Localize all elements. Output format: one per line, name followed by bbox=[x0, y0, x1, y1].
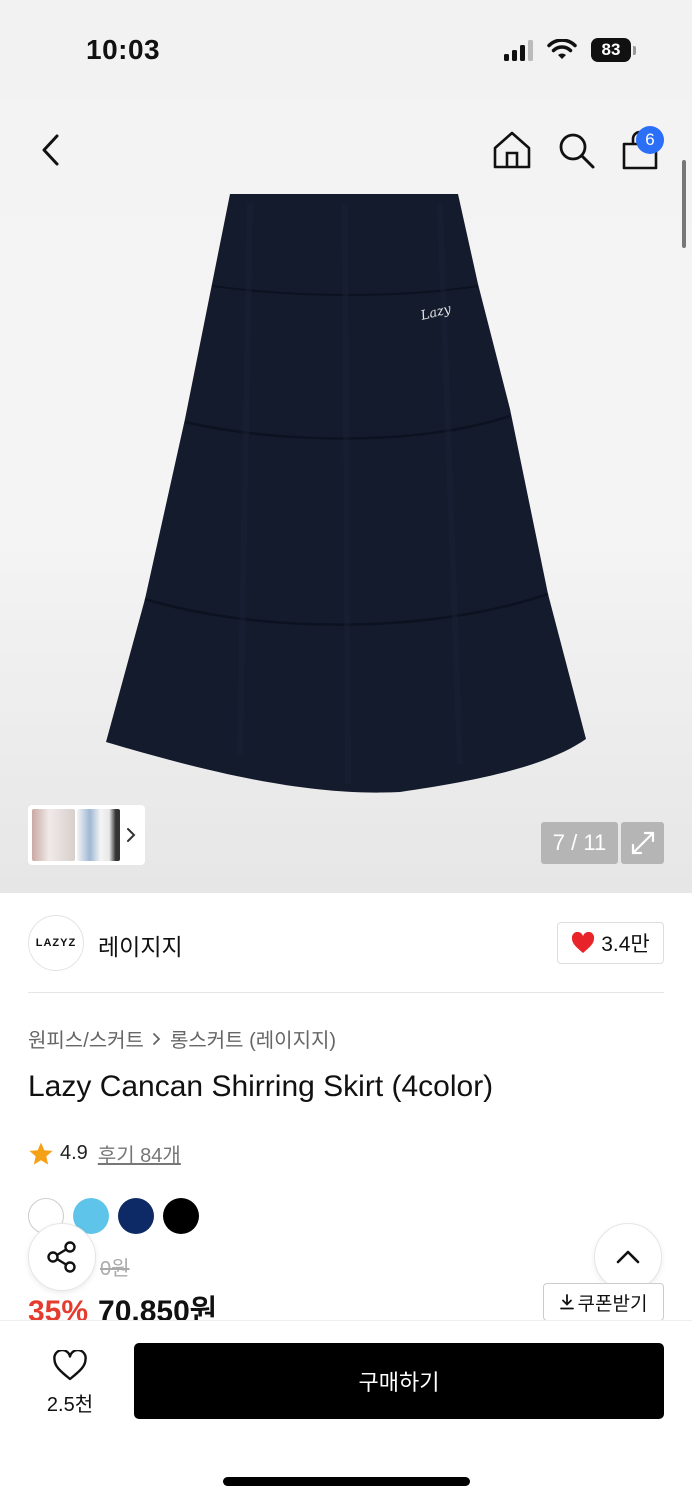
back-icon bbox=[42, 134, 59, 166]
search-button[interactable] bbox=[554, 128, 598, 172]
wifi-icon bbox=[547, 39, 577, 59]
status-icons: 83 bbox=[504, 38, 636, 62]
battery-icon: 83 bbox=[591, 38, 636, 62]
chevron-up-icon bbox=[616, 1250, 640, 1264]
cart-count-badge: 6 bbox=[636, 126, 664, 154]
brand-like-button[interactable]: 3.4만 bbox=[557, 922, 664, 964]
color-swatch-black[interactable] bbox=[163, 1198, 199, 1234]
search-icon bbox=[559, 133, 595, 169]
scroll-to-top-button[interactable] bbox=[594, 1223, 662, 1291]
product-title: Lazy Cancan Shirring Skirt (4color) bbox=[28, 1070, 494, 1103]
rating-row: 4.9 후기 84개 bbox=[28, 1139, 181, 1168]
color-swatch-navy[interactable] bbox=[118, 1198, 154, 1234]
divider bbox=[28, 992, 664, 993]
scrollbar[interactable] bbox=[682, 160, 686, 248]
page-total: 11 bbox=[583, 830, 607, 855]
chevron-right-icon bbox=[127, 828, 136, 842]
thumbnail-next[interactable] bbox=[122, 827, 141, 843]
signal-icon bbox=[504, 39, 533, 61]
coupon-label: 쿠폰받기 bbox=[577, 1293, 648, 1315]
breadcrumb-item[interactable]: 롱스커트 (레이지지) bbox=[170, 1024, 336, 1053]
breadcrumb-item[interactable]: 원피스/스커트 bbox=[28, 1024, 144, 1053]
brand-row[interactable]: LAZYZ 레이지지 3.4만 bbox=[28, 915, 664, 971]
star-icon bbox=[29, 1142, 53, 1165]
brand-name[interactable]: 레이지지 bbox=[98, 928, 183, 962]
wishlist-button[interactable]: 2.5천 bbox=[28, 1345, 112, 1421]
thumbnail-image[interactable] bbox=[76, 809, 120, 861]
page-current: 7 bbox=[552, 830, 566, 855]
home-button[interactable] bbox=[490, 128, 534, 172]
heart-outline-icon bbox=[53, 1349, 87, 1380]
bottom-action-bar: 2.5천 구매하기 bbox=[0, 1320, 692, 1500]
coupon-button[interactable]: 쿠폰받기 bbox=[543, 1283, 664, 1321]
heart-filled-icon bbox=[572, 932, 595, 953]
expand-image-button[interactable] bbox=[621, 822, 664, 864]
original-price: 0원 bbox=[100, 1258, 130, 1280]
product-gallery[interactable]: 6 Lazy 7 / 11 bbox=[0, 100, 692, 893]
home-indicator bbox=[223, 1477, 470, 1486]
thumbnail-image[interactable] bbox=[32, 809, 75, 861]
product-image[interactable]: Lazy bbox=[100, 194, 592, 796]
wishlist-count: 2.5천 bbox=[46, 1393, 94, 1416]
battery-level: 83 bbox=[591, 38, 631, 62]
share-icon bbox=[47, 1241, 76, 1273]
back-button[interactable] bbox=[30, 128, 70, 172]
status-bar: 10:03 83 bbox=[0, 0, 692, 100]
page-separator: / bbox=[565, 830, 584, 855]
buy-button[interactable]: 구매하기 bbox=[134, 1343, 664, 1419]
brand-logo[interactable]: LAZYZ bbox=[28, 915, 84, 971]
download-icon bbox=[559, 1294, 574, 1310]
home-icon bbox=[493, 131, 531, 169]
reviews-link[interactable]: 후기 84개 bbox=[98, 1139, 181, 1168]
rating-value: 4.9 bbox=[60, 1142, 88, 1164]
thumbnail-strip[interactable] bbox=[28, 805, 145, 865]
expand-icon bbox=[631, 831, 654, 855]
status-time: 10:03 bbox=[86, 34, 161, 65]
image-page-counter: 7 / 11 bbox=[541, 822, 618, 864]
brand-like-count: 3.4만 bbox=[601, 933, 650, 956]
share-button[interactable] bbox=[28, 1223, 96, 1291]
breadcrumb: 원피스/스커트 롱스커트 (레이지지) bbox=[28, 1024, 336, 1053]
chevron-right-icon bbox=[153, 1032, 161, 1045]
